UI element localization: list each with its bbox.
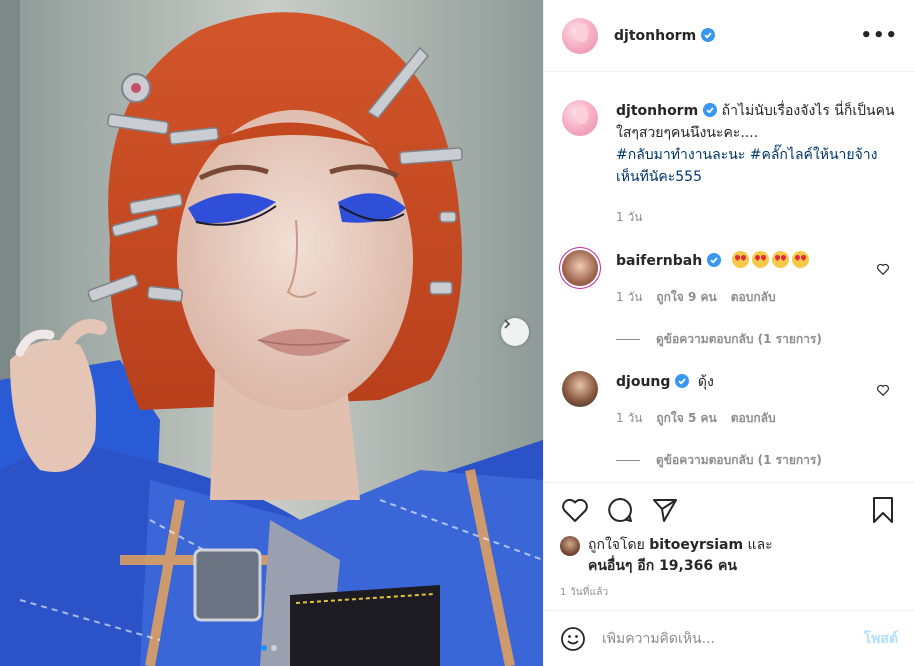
post-side-panel: djtonhorm ••• djtonhorm ถ้าไม่นับเรื่องจ… — [543, 0, 914, 666]
likes-summary: ถูกใจโดย bitoeyrsiam และ คนอื่นๆ อีก 19,… — [560, 535, 898, 577]
heart-eyes-emoji-icon — [731, 251, 812, 269]
comment-username[interactable]: djoung — [616, 374, 670, 390]
comment-time[interactable]: 1 วัน — [616, 286, 642, 308]
avatar[interactable] — [562, 371, 598, 407]
comment-time[interactable]: 1 วัน — [616, 407, 642, 429]
view-replies-button[interactable]: ดูข้อความตอบกลับ (1 รายการ) — [616, 451, 898, 470]
reply-button[interactable]: ตอบกลับ — [731, 407, 776, 429]
bookmark-icon[interactable] — [868, 495, 898, 525]
post-timestamp[interactable]: 1 วันที่แล้ว — [560, 585, 898, 600]
emoji-icon[interactable] — [560, 626, 586, 652]
avatar[interactable] — [562, 100, 598, 136]
portrait-image — [0, 0, 543, 666]
avatar[interactable] — [560, 536, 580, 556]
caption-time[interactable]: 1 วัน — [616, 206, 642, 228]
comment-item: djoung ดุ้ง 1 วัน ถูกใจ 5 คน ตอบกลับ — [562, 371, 898, 429]
post-header: djtonhorm ••• — [544, 0, 914, 72]
caption-hashtags[interactable]: #กลับมาทำงานละนะ #คลั๊กไลค์ให้นายจ้างเห็… — [616, 144, 898, 188]
comment-likes[interactable]: ถูกใจ 9 คน — [656, 286, 716, 308]
send-icon[interactable] — [650, 495, 680, 525]
more-horizontal-icon[interactable]: ••• — [860, 25, 898, 46]
post-photo[interactable] — [0, 0, 543, 666]
reply-button[interactable]: ตอบกลับ — [731, 286, 776, 308]
caption: djtonhorm ถ้าไม่นับเรื่องจังไร นี่ก็เป็น… — [562, 100, 898, 228]
post-author[interactable]: djtonhorm — [614, 27, 716, 44]
comments-list[interactable]: djtonhorm ถ้าไม่นับเรื่องจังไร นี่ก็เป็น… — [544, 72, 914, 482]
verified-badge-icon — [675, 374, 690, 388]
add-comment-bar: โพสต์ — [544, 610, 914, 666]
liked-by-others[interactable]: คนอื่นๆ อีก 19,366 คน — [588, 558, 737, 574]
caption-username[interactable]: djtonhorm — [616, 103, 698, 119]
liked-by-and: และ — [747, 537, 773, 553]
verified-badge-icon — [707, 253, 722, 267]
carousel-dot-active — [261, 645, 267, 651]
carousel-indicator — [261, 645, 277, 651]
post-comment-button[interactable]: โพสต์ — [864, 628, 898, 650]
carousel-dot — [271, 645, 277, 651]
liked-by-prefix: ถูกใจโดย — [588, 537, 645, 553]
comment-icon[interactable] — [605, 495, 635, 525]
avatar[interactable] — [562, 250, 598, 286]
comment-username[interactable]: baifernbah — [616, 253, 702, 269]
view-replies-button[interactable]: ดูข้อความตอบกลับ (1 รายการ) — [616, 330, 898, 349]
comment-text: ดุ้ง — [697, 374, 714, 390]
post-actions: ถูกใจโดย bitoeyrsiam และ คนอื่นๆ อีก 19,… — [544, 482, 914, 600]
verified-badge-icon — [701, 27, 716, 42]
liked-by-user[interactable]: bitoeyrsiam — [649, 537, 743, 553]
chevron-right-icon — [504, 319, 511, 329]
comment-item: baifernbah 1 วัน ถูกใจ 9 คน ตอบกลับ — [562, 250, 898, 308]
comment-like-heart-icon[interactable] — [876, 383, 890, 397]
comment-likes[interactable]: ถูกใจ 5 คน — [656, 407, 716, 429]
avatar[interactable] — [562, 17, 598, 54]
post-author-name[interactable]: djtonhorm — [614, 28, 696, 44]
verified-badge-icon — [703, 103, 718, 117]
comment-like-heart-icon[interactable] — [876, 262, 890, 276]
comment-input[interactable] — [602, 630, 864, 647]
carousel-next-button[interactable] — [501, 318, 529, 346]
heart-icon[interactable] — [560, 495, 590, 525]
